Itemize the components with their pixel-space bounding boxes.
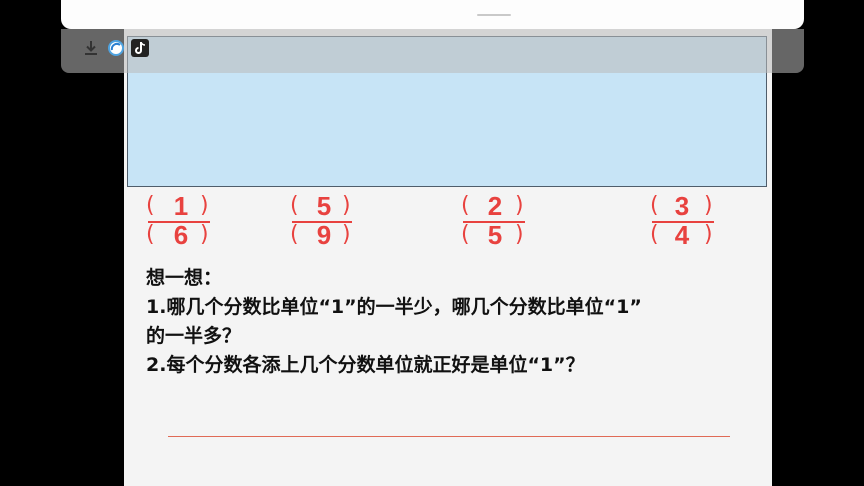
paren-close: ) (200, 193, 209, 218)
numerator: 5 (316, 191, 332, 221)
floating-toolbar (61, 29, 804, 73)
numerator: 2 (487, 191, 503, 221)
paren-open: ( (146, 193, 155, 218)
fraction-2: ( 5 ) ( 9 ) (290, 191, 360, 253)
paren-open: ( (146, 222, 155, 247)
denominator: 6 (173, 220, 189, 250)
download-icon[interactable] (82, 39, 100, 57)
paren-close: ) (515, 222, 524, 247)
paren-open: ( (290, 193, 299, 218)
numerator: 1 (173, 191, 189, 221)
paren-close: ) (200, 222, 209, 247)
fraction-4: ( 3 ) ( 4 ) (650, 191, 720, 253)
think-heading: 想一想： (146, 267, 223, 289)
paren-close: ) (704, 222, 713, 247)
paren-close: ) (704, 193, 713, 218)
paren-open: ( (461, 222, 470, 247)
fraction-1: ( 1 ) ( 6 ) (146, 191, 216, 253)
question-2: 2.每个分数各添上几个分数单位就正好是单位“1”？ (146, 354, 585, 376)
paren-close: ) (515, 193, 524, 218)
denominator: 5 (487, 220, 503, 250)
question-1-line-1: 1.哪几个分数比单位“1”的一半少，哪几个分数比单位“1” (146, 296, 642, 318)
paren-close: ) (342, 222, 351, 247)
sheet-drag-handle[interactable] (477, 14, 511, 16)
numerator: 3 (674, 191, 690, 221)
divider-line (168, 436, 730, 437)
paren-open: ( (461, 193, 470, 218)
paren-open: ( (290, 222, 299, 247)
question-1-line-2: 的一半多？ (146, 325, 242, 347)
paren-open: ( (650, 193, 659, 218)
paren-close: ) (342, 193, 351, 218)
bottom-sheet-top[interactable] (61, 0, 804, 29)
paren-open: ( (650, 222, 659, 247)
browser-icon[interactable] (107, 39, 125, 57)
fraction-3: ( 2 ) ( 5 ) (461, 191, 531, 253)
tiktok-icon[interactable] (131, 39, 149, 57)
denominator: 4 (674, 220, 690, 250)
denominator: 9 (316, 220, 332, 250)
